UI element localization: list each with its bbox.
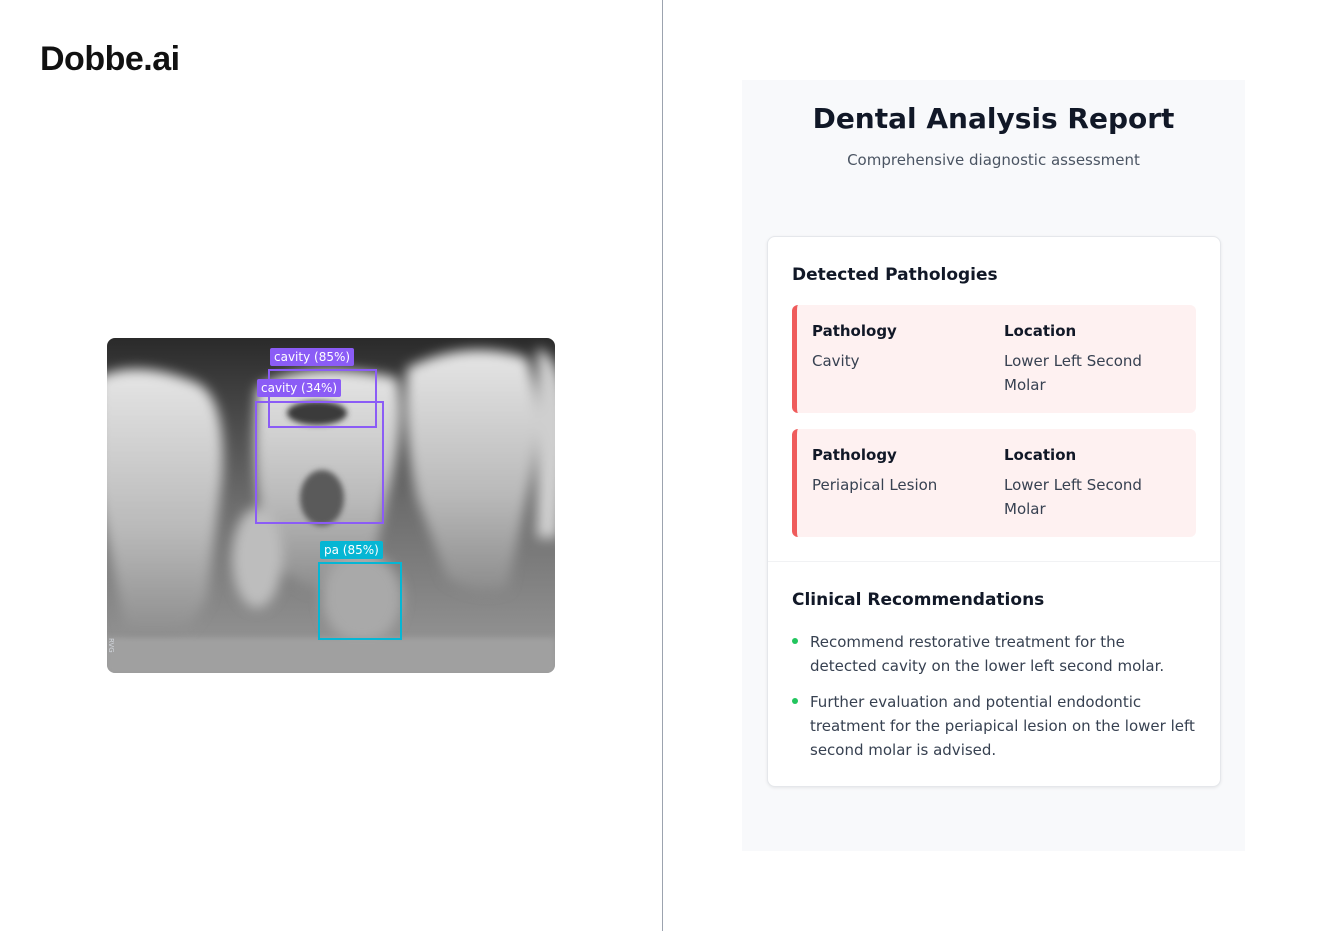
pathology-value: Cavity [812,352,860,370]
recommendation-item: Recommend restorative treatment for the … [792,630,1196,678]
report-panel: Dental Analysis Report Comprehensive dia… [742,80,1245,851]
location-value: Lower Left Second Molar [1004,476,1142,518]
report-card: Detected Pathologies Pathology Cavity Lo… [767,236,1221,787]
pathology-value: Periapical Lesion [812,476,938,494]
bullet-icon [792,698,798,704]
recommendation-text: Further evaluation and potential endodon… [810,693,1195,759]
pathology-item[interactable]: Pathology Periapical Lesion Location Low… [792,429,1196,537]
recommendation-item: Further evaluation and potential endodon… [792,690,1196,762]
xray-side-text: RVG [107,638,115,653]
detection-label-cavity-2: cavity (34%) [257,379,342,397]
detection-box-cavity-2[interactable] [255,401,384,524]
detection-label-pa: pa (85%) [320,541,383,559]
pathologies-heading: Detected Pathologies [792,265,998,285]
xray-panel: RVG cavity (85%) cavity (34%) pa (85%) [107,338,555,673]
bullet-icon [792,638,798,644]
panel-divider [662,0,663,931]
detection-box-pa[interactable] [318,562,402,640]
report-subtitle: Comprehensive diagnostic assessment [847,151,1140,169]
location-value: Lower Left Second Molar [1004,352,1142,394]
section-divider [768,561,1220,562]
location-label: Location [1004,446,1077,464]
pathology-label: Pathology [812,446,897,464]
report-title: Dental Analysis Report [812,102,1175,135]
pathology-item[interactable]: Pathology Cavity Location Lower Left Sec… [792,305,1196,413]
detection-label-cavity-1: cavity (85%) [270,348,355,366]
pathology-label: Pathology [812,322,897,340]
recommendations-heading: Clinical Recommendations [792,590,1045,610]
brand-logo: Dobbe.ai [40,40,180,78]
recommendation-text: Recommend restorative treatment for the … [810,633,1165,675]
location-label: Location [1004,322,1077,340]
